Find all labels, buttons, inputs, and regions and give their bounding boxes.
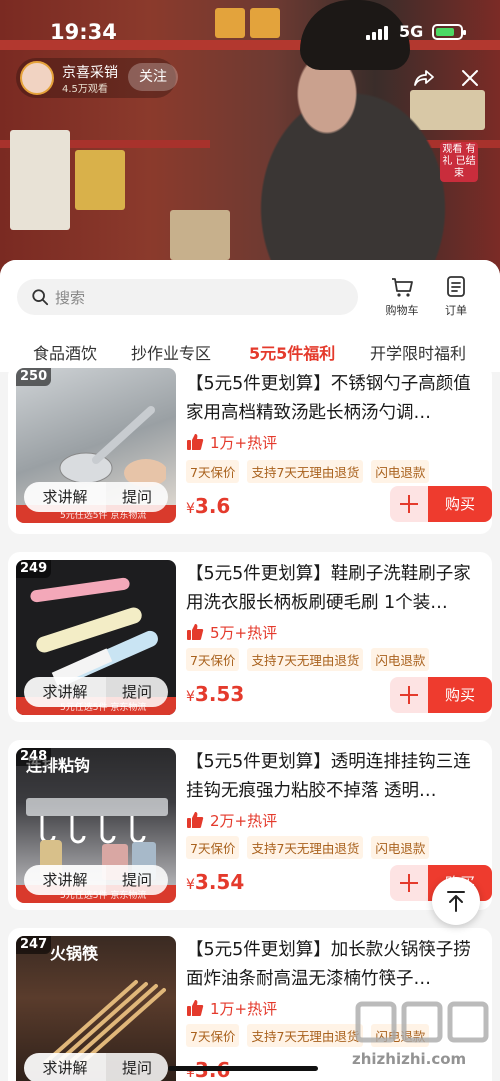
tag: 7天保价 [186,836,240,859]
back-to-top-button[interactable] [432,877,480,925]
product-title[interactable]: 【5元5件更划算】加长款火锅筷子捞面炸油条耐高温无漆楠竹筷子… [186,936,484,994]
product-title[interactable]: 【5元5件更划算】鞋刷子洗鞋刷子家用洗衣服长柄板刷硬毛刷 1个装… [186,560,484,618]
shopping-panel: 搜索 购物车 订单 食品酒饮 抄作业专区 5元5件福利 开学限时福利 250 5… [0,260,500,1081]
price: ¥3.54 [186,870,244,894]
product-image[interactable]: 249 5元任选5件 京东物流 求讲解 提问 [16,560,176,715]
review-count: 1万+热评 [186,997,277,1019]
watermark-text: zhizhizhi.com [352,1050,467,1068]
service-tags: 7天保价 支持7天无理由退货 闪电退款 [186,836,430,859]
thumbs-up-icon [187,812,204,828]
review-text: 5万+热评 [210,623,278,642]
tag: 闪电退款 [371,460,430,483]
ask-question-button[interactable]: 提问 [106,677,168,707]
tag: 7天保价 [186,1024,240,1047]
review-count: 5万+热评 [186,621,277,643]
search-icon [32,289,49,306]
tag: 支持7天无理由退货 [247,648,364,671]
ask-question-button[interactable]: 提问 [106,482,168,512]
rank-badge: 247 [16,936,52,954]
clock: 19:34 [50,20,117,44]
network-label: 5G [399,22,424,41]
share-icon[interactable] [412,66,436,90]
tab-copy-homework[interactable]: 抄作业专区 [131,340,211,364]
replay-badge[interactable]: 观看 有礼 已结束 [440,142,478,182]
rank-badge: 249 [16,560,52,578]
add-to-cart-button[interactable] [390,865,428,901]
battery-icon [432,24,466,40]
product-title[interactable]: 【5元5件更划算】不锈钢勺子高颜值家用高档精致汤匙长柄汤勺调… [186,370,484,428]
product-box [75,150,125,210]
thumbs-up-icon [187,1000,204,1016]
cart-icon [392,278,413,297]
tab-five-yuan-five-items[interactable]: 5元5件福利 [249,340,335,364]
order-icon [447,276,465,297]
tag: 闪电退款 [371,648,430,671]
buy-button[interactable]: 购买 [428,677,492,713]
signal-icon [366,26,388,40]
product-title[interactable]: 【5元5件更划算】透明连排挂钩三连挂钩无痕强力粘胶不掉落 透明… [186,748,484,806]
tab-food-drinks[interactable]: 食品酒饮 [33,340,97,364]
live-video[interactable]: 19:34 5G 京喜采销 4.5万观看 关注 观看 有礼 已结束 [0,0,500,285]
order-label: 订单 [445,304,467,317]
request-explain-button[interactable]: 求讲解 [24,1053,106,1081]
brush-illustration [30,577,158,686]
status-bar: 19:34 5G [0,18,500,48]
tag: 支持7天无理由退货 [247,460,364,483]
price-value: 3.53 [194,682,245,706]
currency-symbol: ¥ [186,689,195,705]
tag: 7天保价 [186,460,240,483]
ask-question-button[interactable]: 提问 [106,1053,168,1081]
ask-question-button[interactable]: 提问 [106,865,168,895]
product-image[interactable]: 连排粘钩 248 5元任选5件 京东物流 求讲解 提问 [16,748,176,903]
product-card[interactable]: 连排粘钩 248 5元任选5件 京东物流 求讲解 提问 【5元5件更划算】透明连… [8,740,492,910]
anchor-name: 京喜采销 [62,65,118,81]
review-text: 2万+热评 [210,811,278,830]
price-value: 3.6 [194,494,231,518]
review-count: 1万+热评 [186,431,277,453]
tag: 闪电退款 [371,836,430,859]
tag: 支持7天无理由退货 [247,1024,364,1047]
thumb-heading: 火锅筷 [50,944,99,963]
product-box [10,130,70,230]
tag: 7天保价 [186,648,240,671]
rank-badge: 250 [16,368,52,386]
review-count: 2万+热评 [186,809,277,831]
price-value: 3.54 [194,870,245,894]
tab-back-to-school[interactable]: 开学限时福利 [370,340,466,364]
order-button[interactable]: 订单 [430,274,482,322]
price: ¥3.6 [186,494,230,518]
product-card[interactable]: 249 5元任选5件 京东物流 求讲解 提问 【5元5件更划算】鞋刷子洗鞋刷子家… [8,552,492,722]
review-text: 1万+热评 [210,999,278,1018]
add-to-cart-button[interactable] [390,677,428,713]
cart-button[interactable]: 购物车 [376,274,428,322]
panel-header: 搜索 购物车 订单 食品酒饮 抄作业专区 5元5件福利 开学限时福利 [0,260,500,372]
product-card[interactable]: 250 5元任选5件 京东物流 求讲解 提问 【5元5件更划算】不锈钢勺子高颜值… [8,364,492,534]
request-explain-button[interactable]: 求讲解 [24,482,106,512]
thumbs-up-icon [187,434,204,450]
home-indicator[interactable] [168,1066,318,1071]
product-image[interactable]: 250 5元任选5件 京东物流 求讲解 提问 [16,368,176,523]
product-image[interactable]: 火锅筷 247 求讲解 提问 [16,936,176,1081]
currency-symbol: ¥ [186,501,195,517]
service-tags: 7天保价 支持7天无理由退货 闪电退款 [186,460,430,483]
cart-label: 购物车 [385,304,419,317]
tag: 支持7天无理由退货 [247,836,364,859]
rank-badge: 248 [16,748,52,766]
add-to-cart-button[interactable] [390,486,428,522]
request-explain-button[interactable]: 求讲解 [24,865,106,895]
arrow-up-icon [447,891,465,912]
close-icon[interactable] [458,66,482,90]
review-text: 1万+热评 [210,433,278,452]
currency-symbol: ¥ [186,877,195,893]
anchor-viewers: 4.5万观看 [62,84,108,95]
buy-button[interactable]: 购买 [428,486,492,522]
avatar[interactable] [20,61,54,95]
service-tags: 7天保价 支持7天无理由退货 闪电退款 [186,648,430,671]
thumbs-up-icon [187,624,204,640]
search-placeholder: 搜索 [55,289,86,307]
price: ¥3.53 [186,682,244,706]
request-explain-button[interactable]: 求讲解 [24,677,106,707]
search-input[interactable]: 搜索 [17,279,358,315]
follow-button[interactable]: 关注 [128,63,178,91]
